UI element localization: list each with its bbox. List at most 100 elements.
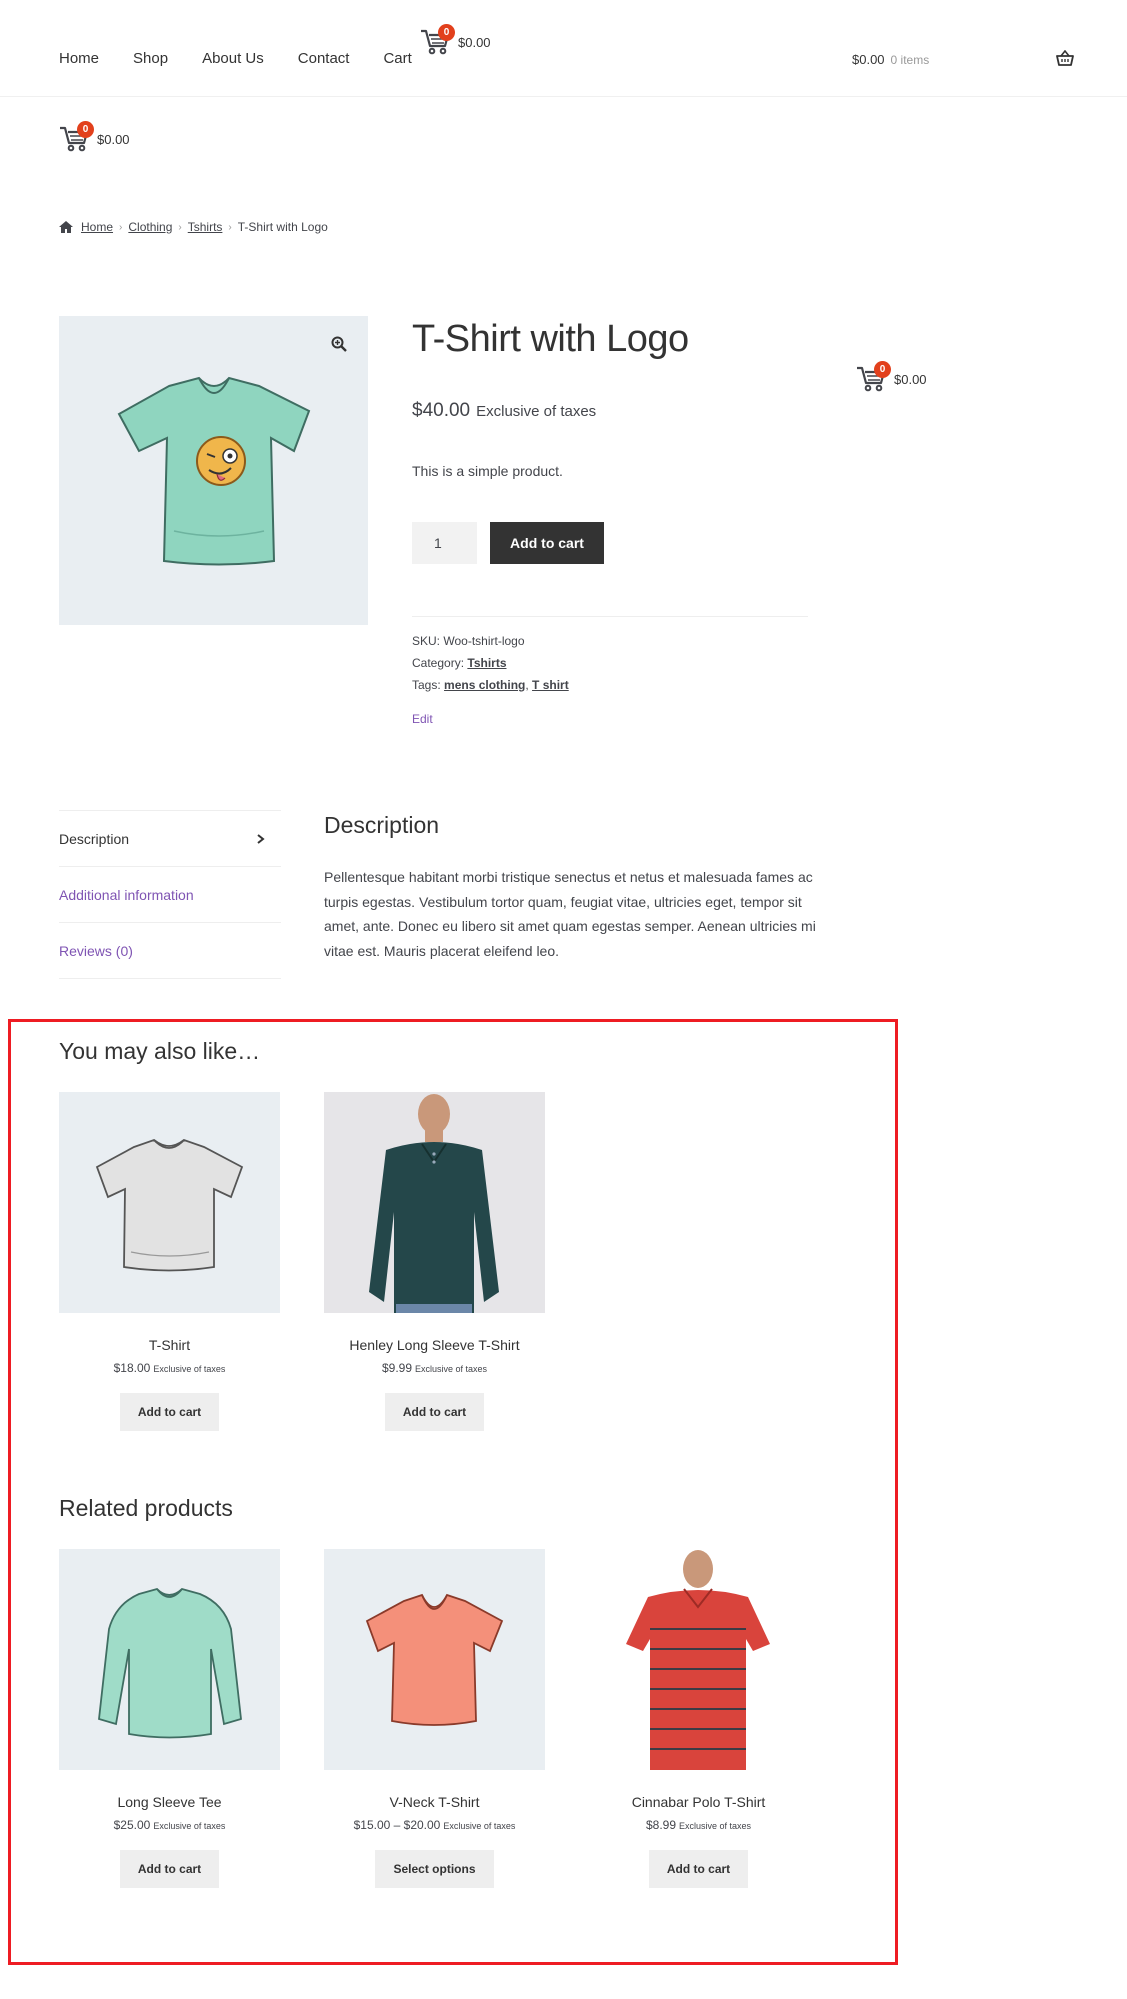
quantity-input[interactable] — [412, 522, 477, 564]
price-suffix: Exclusive of taxes — [153, 1364, 226, 1374]
tab-additional-information[interactable]: Additional information — [59, 867, 281, 923]
tab-label: Additional information — [59, 886, 194, 903]
add-to-cart-button[interactable]: Add to cart — [648, 1850, 749, 1888]
secondary-mini-cart[interactable]: 0 $0.00 — [59, 121, 130, 153]
select-options-button[interactable]: Select options — [375, 1850, 494, 1888]
product-card: V-Neck T-Shirt $15.00 – $20.00 Exclusive … — [324, 1549, 545, 1888]
site-header: Home Shop About Us Contact Cart 0 $0.00 … — [0, 0, 1127, 97]
price-suffix: Exclusive of taxes — [679, 1821, 752, 1831]
description-body: Pellentesque habitant morbi tristique se… — [324, 869, 816, 959]
sidebar-mini-cart[interactable]: 0 $0.00 — [856, 361, 927, 393]
product-category: Category: Tshirts — [412, 656, 507, 670]
product-name[interactable]: V-Neck T-Shirt — [324, 1794, 545, 1810]
product-name[interactable]: Long Sleeve Tee — [59, 1794, 280, 1810]
add-to-cart-button[interactable]: Add to cart — [119, 1393, 220, 1431]
product-main-image[interactable] — [59, 316, 368, 625]
product-price: $9.99 Exclusive of taxes — [324, 1361, 545, 1375]
header-cart-summary[interactable]: $0.00 0 items — [852, 52, 929, 67]
tab-label: Reviews (0) — [59, 942, 133, 959]
home-icon — [59, 221, 73, 233]
add-to-cart-button[interactable]: Add to cart — [384, 1393, 485, 1431]
price-suffix: Exclusive of taxes — [476, 403, 597, 420]
tab-description[interactable]: Description — [59, 811, 281, 867]
product-price: $8.99 Exclusive of taxes — [588, 1818, 809, 1832]
category-link[interactable]: Tshirts — [467, 656, 506, 670]
product-name[interactable]: T-Shirt — [59, 1337, 280, 1353]
product-price: $18.00 Exclusive of taxes — [59, 1361, 280, 1375]
cart-amount: $0.00 — [458, 34, 491, 50]
product-name[interactable]: Henley Long Sleeve T-Shirt — [324, 1337, 545, 1353]
tab-label: Description — [59, 830, 130, 847]
cart-amount: $0.00 — [97, 131, 130, 147]
chevron-right-icon — [257, 833, 265, 844]
cart-icon: 0 — [59, 121, 94, 153]
product-thumbnail[interactable] — [59, 1549, 280, 1770]
product-price: $15.00 – $20.00 Exclusive of taxes — [324, 1818, 545, 1832]
cart-amount: $0.00 — [894, 371, 927, 387]
product-thumbnail[interactable] — [324, 1549, 545, 1770]
product-thumbnail[interactable] — [588, 1549, 809, 1770]
sku-value: Woo-tshirt-logo — [443, 634, 525, 648]
divider — [412, 616, 808, 617]
tag-link-mens-clothing[interactable]: mens clothing — [444, 678, 525, 692]
price-suffix: Exclusive of taxes — [443, 1821, 516, 1831]
nav-mini-cart[interactable]: 0 $0.00 — [420, 24, 491, 56]
header-cart-items: 0 items — [890, 52, 930, 67]
description-heading: Description — [324, 812, 440, 838]
price-suffix: Exclusive of taxes — [415, 1364, 488, 1374]
long-sleeve-tee-illustration — [98, 1587, 242, 1739]
header-cart-amount: $0.00 — [852, 52, 885, 67]
related-products-heading: Related products — [59, 1495, 233, 1521]
product-tags: Tags: mens clothing, T shirt — [412, 678, 569, 692]
product-thumbnail[interactable] — [59, 1092, 280, 1313]
zoom-icon[interactable] — [331, 336, 347, 352]
cart-count-badge: 0 — [77, 121, 94, 138]
product-tabs: Description Additional information Revie… — [59, 810, 281, 979]
breadcrumb: Home › Clothing › Tshirts › T-Shirt with… — [59, 220, 328, 234]
product-card: Long Sleeve Tee $25.00 Exclusive of taxes… — [59, 1549, 280, 1888]
nav-item-about-us[interactable]: About Us — [202, 50, 264, 67]
upsells-heading: You may also like… — [59, 1038, 261, 1064]
cart-count-badge: 0 — [438, 24, 455, 41]
tags-label: Tags: — [412, 678, 441, 692]
gray-tshirt-illustration — [95, 1138, 244, 1272]
nav-item-home[interactable]: Home — [59, 50, 99, 67]
edit-link[interactable]: Edit — [412, 712, 433, 726]
product-sku: SKU: Woo-tshirt-logo — [412, 634, 525, 648]
product-short-description: This is a simple product. — [412, 463, 563, 479]
tab-reviews[interactable]: Reviews (0) — [59, 923, 281, 979]
price-amount: $8.99 — [645, 1818, 676, 1832]
tshirt-logo-illustration — [117, 376, 311, 566]
sku-label: SKU: — [412, 634, 441, 648]
tag-link-t-shirt[interactable]: T shirt — [532, 678, 569, 692]
nav-item-contact[interactable]: Contact — [298, 50, 350, 67]
cinnabar-polo-photo — [626, 1550, 770, 1770]
v-neck-tshirt-illustration — [365, 1593, 504, 1726]
breadcrumb-separator-icon: › — [228, 221, 232, 233]
breadcrumb-separator-icon: › — [119, 221, 123, 233]
price-amount: $25.00 — [113, 1818, 151, 1832]
breadcrumb-clothing[interactable]: Clothing — [128, 220, 172, 234]
nav-item-cart[interactable]: Cart — [383, 50, 411, 67]
add-to-cart-button[interactable]: Add to cart — [119, 1850, 220, 1888]
product-thumbnail[interactable] — [324, 1092, 545, 1313]
breadcrumb-separator-icon: › — [178, 221, 182, 233]
price-amount: $18.00 — [113, 1361, 151, 1375]
product-card: Henley Long Sleeve T-Shirt $9.99 Exclusiv… — [324, 1092, 545, 1431]
category-label: Category: — [412, 656, 465, 670]
basket-icon[interactable] — [1056, 50, 1074, 66]
cart-count-badge: 0 — [874, 361, 891, 378]
breadcrumb-tshirts[interactable]: Tshirts — [188, 220, 223, 234]
product-card: T-Shirt $18.00 Exclusive of taxes Add to … — [59, 1092, 280, 1431]
add-to-cart-button[interactable]: Add to cart — [490, 522, 604, 564]
product-price: $25.00 Exclusive of taxes — [59, 1818, 280, 1832]
product-price: $40.00 Exclusive of taxes — [412, 400, 596, 422]
price-amount: $40.00 — [412, 400, 471, 421]
breadcrumb-current: T-Shirt with Logo — [237, 220, 328, 234]
product-card: Cinnabar Polo T-Shirt $8.99 Exclusive of … — [588, 1549, 809, 1888]
breadcrumb-home[interactable]: Home — [81, 220, 113, 234]
cart-icon: 0 — [856, 361, 891, 393]
product-name[interactable]: Cinnabar Polo T-Shirt — [588, 1794, 809, 1810]
nav-item-shop[interactable]: Shop — [133, 50, 168, 67]
henley-shirt-photo — [324, 1092, 545, 1313]
